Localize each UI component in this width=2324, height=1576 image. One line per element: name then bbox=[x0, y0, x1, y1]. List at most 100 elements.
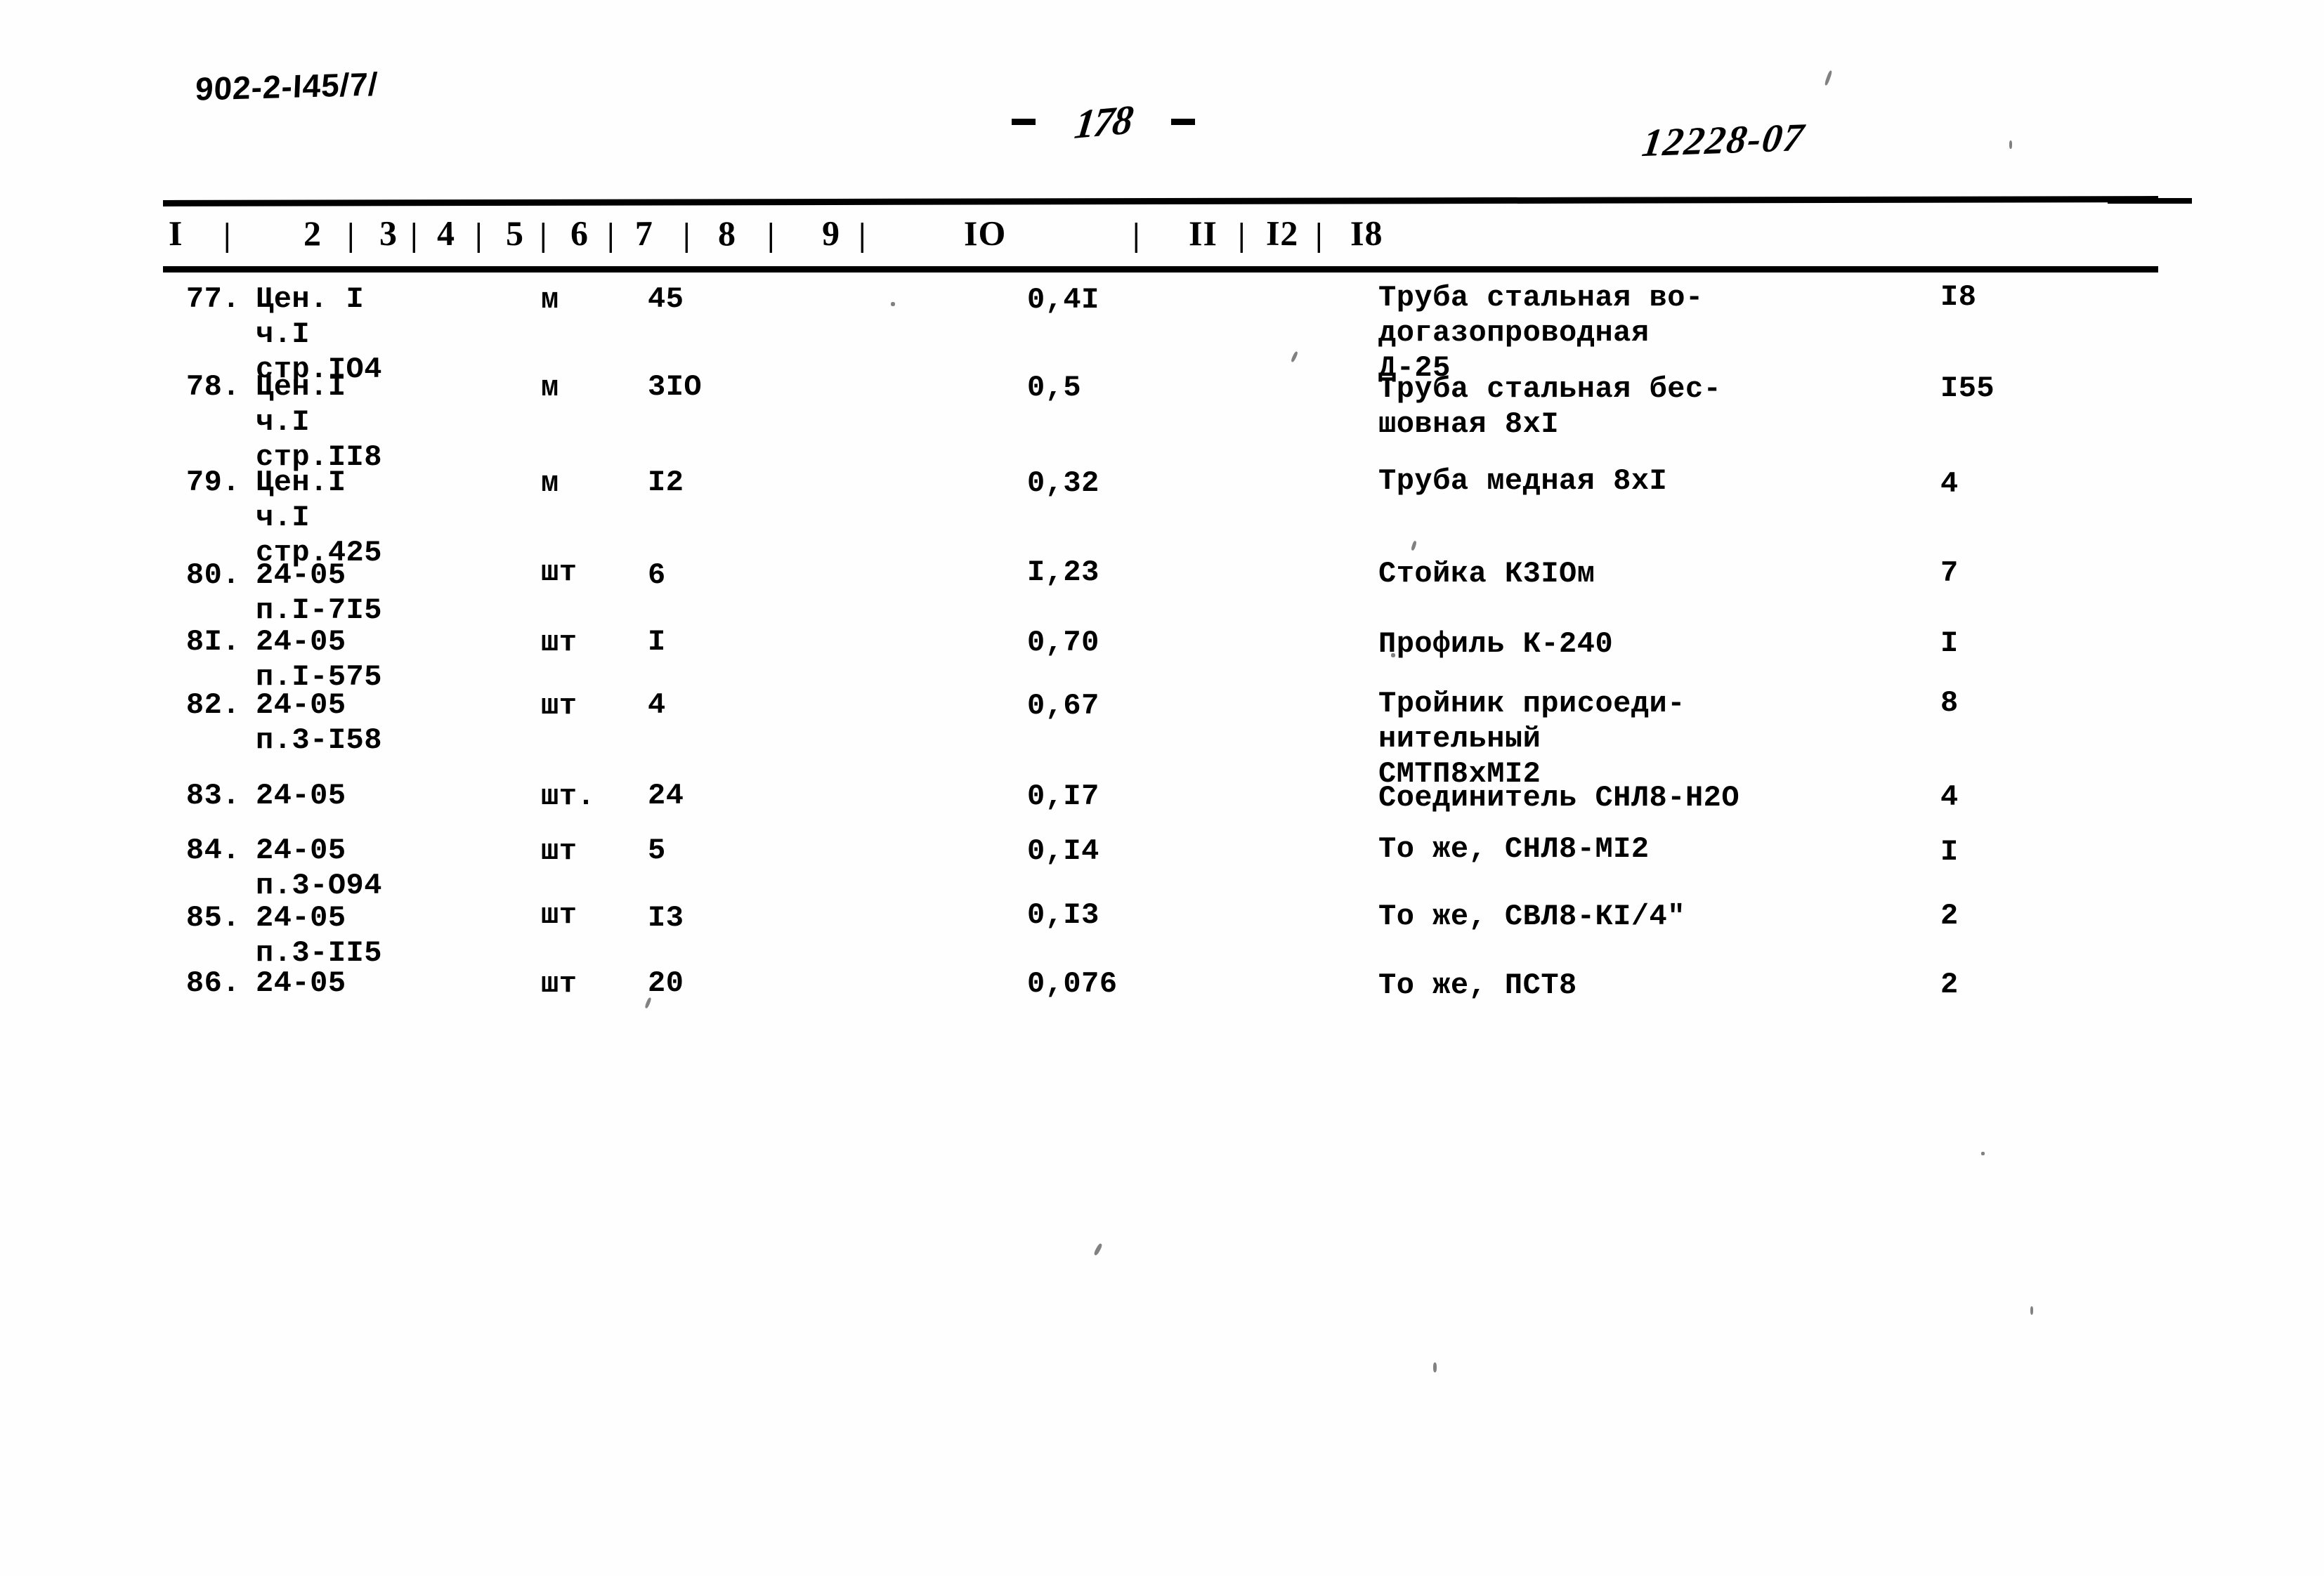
unit-cell: шт. bbox=[541, 780, 596, 813]
column-header-4: 4 bbox=[436, 213, 456, 254]
row-number: 78. bbox=[185, 370, 240, 404]
mass-cell: 0,67 bbox=[1027, 689, 1099, 723]
description-cell: Труба медная 8xI bbox=[1378, 464, 1668, 498]
scanned-page: 902-2-I45/7/ 178 12228-07 I 2 3 4 5 6 7 8 9 IO II I… bbox=[0, 0, 2324, 1576]
column-header-6: 6 bbox=[570, 213, 589, 254]
description-cell: То же, СВЛ8-КI/4" bbox=[1378, 900, 1685, 933]
justification-cell: 24-05 п.I-575 bbox=[256, 625, 382, 694]
scan-speck bbox=[1824, 70, 1833, 86]
row-number: 80. bbox=[185, 558, 240, 592]
quantity-cell: 3IO bbox=[648, 370, 703, 404]
column-separator: | bbox=[1315, 216, 1323, 254]
column-header-9: 9 bbox=[821, 213, 841, 254]
scan-speck bbox=[644, 997, 652, 1009]
row-number: 79. bbox=[185, 466, 240, 499]
description-cell: Стойка К3IOм bbox=[1378, 557, 1595, 591]
description-cell: То же, ПСТ8 bbox=[1378, 968, 1577, 1002]
scan-speck bbox=[1433, 1362, 1437, 1372]
total-cell: 4 bbox=[1940, 780, 1959, 814]
total-cell: 2 bbox=[1940, 899, 1959, 933]
table-top-rule-stub bbox=[2108, 198, 2192, 204]
quantity-cell: 45 bbox=[648, 282, 684, 316]
quantity-cell: 20 bbox=[648, 966, 684, 1000]
column-header-8: 8 bbox=[718, 214, 736, 253]
unit-cell: шт bbox=[541, 834, 577, 868]
page-number: 178 bbox=[1072, 96, 1135, 148]
mass-cell: 0,I4 bbox=[1027, 834, 1099, 868]
total-cell: I bbox=[1940, 626, 1959, 660]
archive-number: 12228-07 bbox=[1639, 115, 1808, 166]
column-header-13: I8 bbox=[1350, 213, 1383, 254]
table-row: 77. Цен. I ч.I стр.IO4 м 45 0,4I Труба стальн… bbox=[163, 280, 2179, 386]
column-header-7: 7 bbox=[634, 213, 654, 254]
page-number-block: 178 bbox=[1012, 96, 1195, 148]
row-number: 85. bbox=[185, 901, 240, 935]
table-row: 80. 24-05 п.I-7I5 шт 6 I,23 Стойка К3IOм 7 bbox=[163, 556, 2179, 627]
description-cell: То же, СНЛ8-МI2 bbox=[1378, 832, 1650, 866]
scan-speck bbox=[891, 302, 895, 306]
mass-cell: 0,70 bbox=[1027, 626, 1099, 659]
column-header-11: II bbox=[1189, 214, 1218, 253]
justification-cell: 24-05 bbox=[256, 779, 346, 813]
quantity-cell: I bbox=[648, 625, 666, 659]
mass-cell: 0,I3 bbox=[1027, 898, 1099, 932]
table-row: 85. 24-05 п.3-II5 шт I3 0,I3 То же, СВЛ8-КI/4… bbox=[163, 898, 2179, 970]
table-row: 78. Цен.I ч.I стр.II8 м 3IO 0,5 Труба стальна… bbox=[163, 370, 2179, 474]
scan-speck bbox=[1981, 1152, 1985, 1155]
table-row: 86. 24-05 шт 20 0,076 То же, ПСТ8 2 bbox=[163, 966, 2179, 1002]
unit-cell: м bbox=[541, 371, 559, 405]
scan-speck bbox=[1410, 540, 1418, 551]
quantity-cell: I2 bbox=[648, 466, 684, 499]
table-row: 84. 24-05 п.3-O94 шт 5 0,I4 То же, СНЛ8-МI2 I bbox=[163, 832, 2179, 902]
mass-cell: 0,I7 bbox=[1027, 780, 1099, 813]
document-code: 902-2-I45/7/ bbox=[194, 65, 379, 107]
total-cell: 2 bbox=[1940, 968, 1959, 1002]
mass-cell: 0,32 bbox=[1027, 466, 1099, 500]
row-number: 86. bbox=[185, 966, 240, 1000]
quantity-cell: 24 bbox=[648, 779, 684, 813]
row-number: 8I. bbox=[185, 625, 240, 659]
column-separator: | bbox=[410, 216, 418, 254]
column-separator: | bbox=[223, 216, 231, 254]
unit-cell: шт bbox=[541, 967, 577, 1001]
total-cell: 8 bbox=[1940, 686, 1959, 720]
justification-cell: 24-05 п.I-7I5 bbox=[256, 558, 382, 627]
description-cell: Соединитель СНЛ8-Н2O bbox=[1378, 781, 1740, 815]
quantity-cell: 6 bbox=[648, 558, 666, 592]
column-separator: | bbox=[1238, 216, 1246, 254]
row-number: 82. bbox=[185, 688, 240, 722]
scan-speck bbox=[2030, 1306, 2033, 1315]
row-number: 84. bbox=[185, 834, 240, 867]
column-separator: | bbox=[683, 216, 691, 254]
description-cell: Труба стальная во- догазопроводная Д-25 bbox=[1378, 281, 1704, 385]
table: I 2 3 4 5 6 7 8 9 IO II I2 I8 | | | | | | | | | | | | bbox=[162, 196, 2159, 272]
justification-cell: 24-05 bbox=[256, 966, 346, 1000]
justification-cell: Цен.I ч.I стр.425 bbox=[256, 466, 382, 570]
justification-cell: 24-05 п.3-I58 bbox=[256, 688, 382, 757]
description-cell: Тройник присоеди- нительный СМТП8хМI2 bbox=[1378, 687, 1685, 791]
justification-cell: 24-05 п.3-O94 bbox=[256, 834, 382, 902]
row-number: 77. bbox=[185, 282, 240, 316]
unit-cell: м bbox=[541, 466, 559, 500]
table-row: 79. Цен.I ч.I стр.425 м I2 0,32 Труба медная … bbox=[163, 464, 2179, 570]
justification-cell: Цен.I ч.I стр.II8 bbox=[256, 370, 382, 474]
row-number: 83. bbox=[185, 779, 240, 813]
mass-cell: 0,076 bbox=[1027, 967, 1118, 1001]
quantity-cell: 5 bbox=[648, 834, 666, 867]
column-header-5: 5 bbox=[506, 214, 524, 253]
column-header-2: 2 bbox=[303, 214, 322, 253]
scan-speck bbox=[1290, 350, 1299, 363]
table-row: 82. 24-05 п.3-I58 шт 4 0,67 Тройник присоеди-… bbox=[163, 686, 2179, 791]
mass-cell: 0,4I bbox=[1027, 283, 1099, 317]
total-cell: 7 bbox=[1940, 556, 1959, 590]
table-row: 8I. 24-05 п.I-575 шт I 0,70 Профиль К-240 I bbox=[163, 625, 2179, 694]
column-separator: | bbox=[347, 216, 355, 254]
mass-cell: I,23 bbox=[1027, 556, 1099, 589]
unit-cell: шт bbox=[541, 689, 577, 723]
total-cell: I bbox=[1940, 835, 1959, 869]
column-separator: | bbox=[540, 216, 547, 254]
column-header-3: 3 bbox=[379, 213, 398, 254]
unit-cell: шт bbox=[541, 898, 577, 932]
column-separator: | bbox=[1132, 216, 1140, 254]
quantity-cell: 4 bbox=[648, 688, 666, 722]
